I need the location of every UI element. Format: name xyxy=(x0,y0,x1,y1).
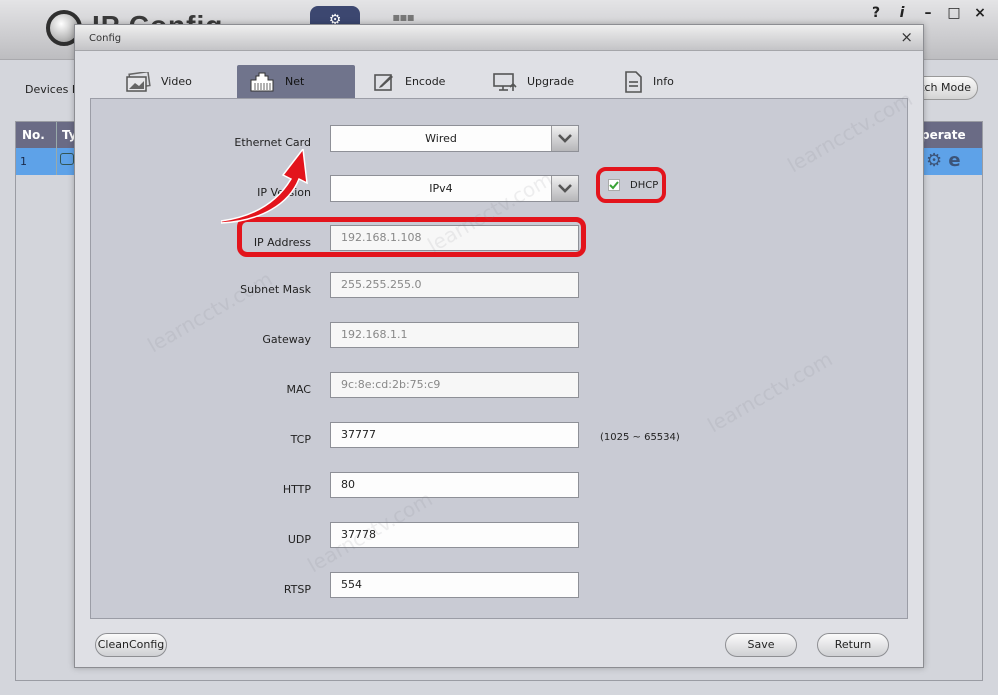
udp-port-field[interactable]: 37778 xyxy=(330,522,579,548)
maximize-icon[interactable]: □ xyxy=(946,5,962,21)
checkmark-icon[interactable] xyxy=(608,179,620,191)
net-settings-panel: Ethernet Card Wired IP Version IPv4 DHCP… xyxy=(90,98,908,619)
subnet-mask-label: Subnet Mask xyxy=(240,283,311,296)
edit-icon xyxy=(373,72,395,92)
tab-video[interactable]: Video xyxy=(125,65,235,98)
header-operate[interactable]: perate xyxy=(921,128,966,142)
minimize-icon[interactable]: – xyxy=(920,5,936,21)
window-controls: ? i – □ × xyxy=(868,5,988,21)
gateway-field[interactable]: 192.168.1.1 xyxy=(330,322,579,348)
image-icon xyxy=(125,71,151,92)
dhcp-label: DHCP xyxy=(630,179,659,191)
ip-address-field[interactable]: 192.168.1.108 xyxy=(330,225,579,251)
close-icon[interactable]: × xyxy=(972,5,988,21)
monitor-upload-icon xyxy=(493,72,517,92)
tab-info-label: Info xyxy=(653,75,674,88)
mac-label: MAC xyxy=(286,383,311,396)
column-divider xyxy=(56,122,57,175)
tab-encode-label: Encode xyxy=(405,75,446,88)
tab-video-label: Video xyxy=(161,75,192,88)
rtsp-port-field[interactable]: 554 xyxy=(330,572,579,598)
tcp-range-hint: (1025 ~ 65534) xyxy=(600,432,680,443)
http-label: HTTP xyxy=(282,483,311,496)
gateway-label: Gateway xyxy=(262,333,311,346)
devices-found-label: Devices F xyxy=(25,83,79,96)
ip-version-select[interactable]: IPv4 xyxy=(330,175,579,202)
chevron-down-icon[interactable] xyxy=(551,176,578,201)
operate-icons[interactable]: ⚙ e xyxy=(926,150,961,171)
dhcp-checkbox[interactable]: DHCP xyxy=(596,167,666,203)
tab-encode[interactable]: Encode xyxy=(373,65,483,98)
device-type-icon xyxy=(60,153,74,165)
tab-net-label: Net xyxy=(285,75,305,88)
header-no[interactable]: No. xyxy=(22,128,45,142)
dialog-title: Config xyxy=(89,33,122,44)
document-icon xyxy=(623,70,643,93)
ip-address-label: IP Address xyxy=(253,236,311,249)
tab-upgrade-label: Upgrade xyxy=(527,75,575,88)
ip-version-label: IP Version xyxy=(257,186,311,199)
chevron-down-icon[interactable] xyxy=(551,126,578,151)
return-button[interactable]: Return xyxy=(817,633,889,657)
tab-net[interactable]: Net xyxy=(237,65,355,98)
tab-upgrade[interactable]: Upgrade xyxy=(493,65,603,98)
row-no: 1 xyxy=(20,155,27,168)
ip-version-value: IPv4 xyxy=(429,182,453,195)
rtsp-label: RTSP xyxy=(283,583,311,596)
ethernet-card-select[interactable]: Wired xyxy=(330,125,579,152)
info-icon[interactable]: i xyxy=(894,5,910,21)
help-icon[interactable]: ? xyxy=(868,5,884,21)
dialog-close-icon[interactable]: × xyxy=(900,28,913,46)
config-dialog: Config × Video Net Encode Upgrade Info E… xyxy=(74,24,924,668)
udp-label: UDP xyxy=(287,533,311,546)
save-button[interactable]: Save xyxy=(725,633,797,657)
mac-field[interactable]: 9c:8e:cd:2b:75:c9 xyxy=(330,372,579,398)
network-port-icon xyxy=(249,71,275,93)
clean-config-button[interactable]: CleanConfig xyxy=(95,633,167,657)
http-port-field[interactable]: 80 xyxy=(330,472,579,498)
tab-info[interactable]: Info xyxy=(623,65,713,98)
ethernet-card-label: Ethernet Card xyxy=(234,136,311,149)
config-tabs: Video Net Encode Upgrade Info xyxy=(75,65,923,98)
tcp-label: TCP xyxy=(290,433,311,446)
tcp-port-field[interactable]: 37777 xyxy=(330,422,579,448)
ethernet-card-value: Wired xyxy=(425,132,457,145)
subnet-mask-field[interactable]: 255.255.255.0 xyxy=(330,272,579,298)
dialog-title-bar: Config × xyxy=(75,25,923,51)
